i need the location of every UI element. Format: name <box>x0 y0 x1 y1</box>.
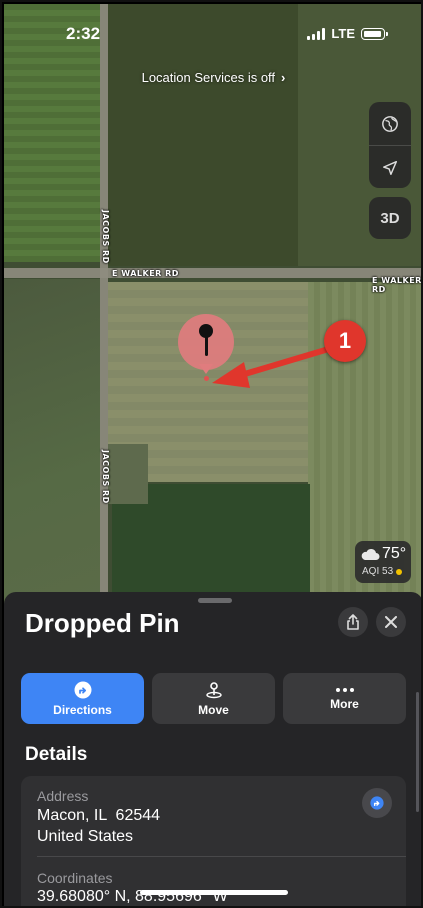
status-time: 2:32 <box>66 24 101 43</box>
map-field <box>4 279 100 614</box>
location-services-banner[interactable]: Location Services is off › <box>2 70 421 85</box>
close-icon <box>385 616 397 628</box>
details-card: Address Macon, IL 62544 United States Co… <box>21 776 406 906</box>
road-label-walker-east: E WALKER RD <box>372 276 422 294</box>
road-label-jacobs-north: JACOBS RD <box>101 210 110 264</box>
more-button[interactable]: More <box>283 673 406 724</box>
aqi-dot-icon <box>396 568 403 575</box>
network-type: LTE <box>331 26 355 41</box>
cloud-icon <box>361 548 380 560</box>
divider <box>37 856 406 857</box>
track-location-button[interactable] <box>369 146 411 188</box>
pin-location-dot <box>204 376 209 381</box>
address-line-2[interactable]: United States <box>37 828 133 846</box>
3d-view-button[interactable]: 3D <box>369 197 411 239</box>
pin-icon <box>199 324 213 338</box>
location-services-text: Location Services is off <box>141 70 276 85</box>
map-controls <box>369 102 411 188</box>
share-icon <box>347 614 359 630</box>
map-field <box>108 4 298 266</box>
map-type-button[interactable] <box>369 102 411 145</box>
directions-icon <box>74 681 91 698</box>
aqi-value: AQI 53 <box>362 566 394 577</box>
air-quality: AQI 53 <box>362 566 403 577</box>
status-indicators: LTE <box>307 26 388 41</box>
cellular-signal-icon <box>307 27 326 40</box>
weather-widget[interactable]: 75° AQI 53 <box>355 541 411 583</box>
address-directions-button[interactable] <box>362 788 392 818</box>
chevron-right-icon: › <box>281 70 286 85</box>
place-title: Dropped Pin <box>25 608 180 638</box>
location-arrow-icon <box>382 160 398 175</box>
place-sheet: Dropped Pin Directions Move More Details… <box>4 592 421 906</box>
weather-temperature: 75° <box>360 545 406 563</box>
scrollbar[interactable] <box>416 692 419 812</box>
share-button[interactable] <box>338 607 368 637</box>
directions-button[interactable]: Directions <box>21 673 144 724</box>
move-pin-icon <box>205 681 222 698</box>
annotation-number-badge: 1 <box>324 320 366 362</box>
battery-icon <box>361 27 388 40</box>
phone-frame: JACOBS RD JACOBS RD E WALKER RD E WALKER… <box>0 0 423 908</box>
address-line-1[interactable]: Macon, IL 62544 <box>37 807 160 825</box>
map-field <box>108 444 148 504</box>
home-indicator[interactable] <box>140 890 288 895</box>
globe-icon <box>382 115 398 132</box>
pin-tip <box>199 364 213 374</box>
close-button[interactable] <box>376 607 406 637</box>
sheet-grabber[interactable] <box>198 598 232 603</box>
satellite-map[interactable]: JACOBS RD JACOBS RD E WALKER RD E WALKER… <box>4 4 422 614</box>
move-button[interactable]: Move <box>152 673 275 724</box>
road-jacobs <box>100 4 108 614</box>
road-label-jacobs-south: JACOBS RD <box>101 450 110 504</box>
directions-label: Directions <box>53 702 112 717</box>
action-buttons: Directions Move More <box>21 673 406 724</box>
more-dots-icon <box>335 687 354 692</box>
road-walker <box>4 268 421 278</box>
address-label: Address <box>37 788 89 804</box>
coordinates-label: Coordinates <box>37 870 113 886</box>
temperature-value: 75° <box>382 545 407 562</box>
road-label-walker-west: E WALKER RD <box>112 269 179 278</box>
directions-icon <box>370 796 384 810</box>
more-label: More <box>330 696 359 711</box>
details-heading: Details <box>25 744 88 765</box>
move-label: Move <box>198 702 229 717</box>
